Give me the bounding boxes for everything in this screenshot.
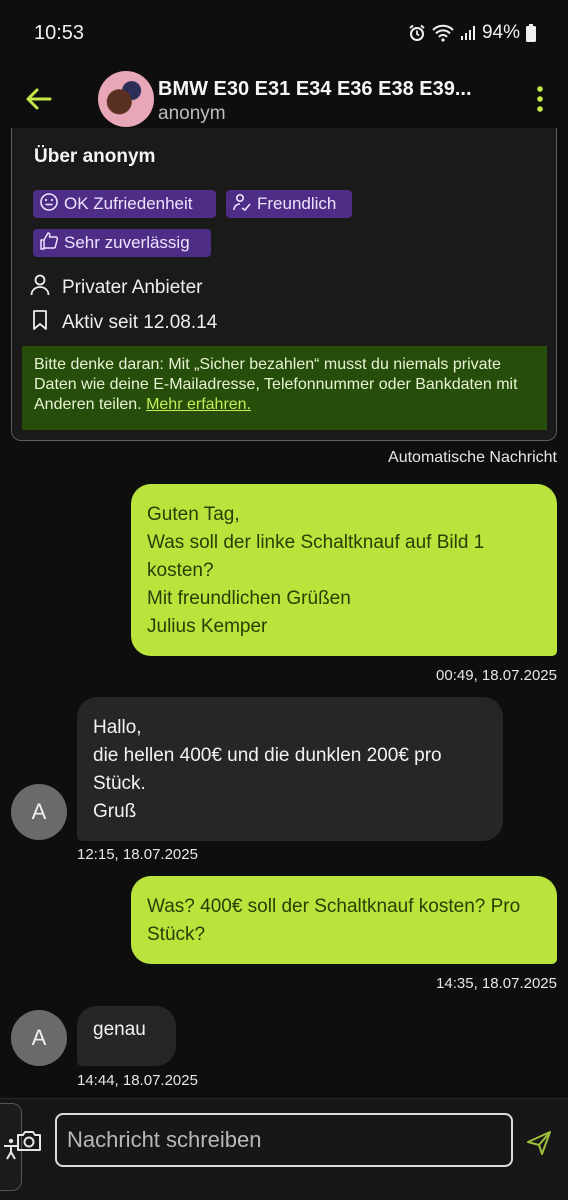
badge-label: Freundlich <box>257 194 337 213</box>
seller-info-card: Über anonym OK Zufriedenheit Freundlich … <box>11 128 557 441</box>
message-bubble-incoming[interactable]: Hallo, die hellen 400€ und die dunklen 2… <box>77 697 503 841</box>
seller-name: anonym <box>158 103 226 124</box>
safety-notice: Bitte denke daran: Mit „Sicher bezahlen“… <box>22 346 547 430</box>
back-arrow-icon[interactable] <box>22 82 56 116</box>
thumbs-up-icon <box>39 231 59 256</box>
notice-text: Bitte denke daran: Mit „Sicher bezahlen“… <box>34 356 518 413</box>
listing-title[interactable]: BMW E30 E31 E34 E36 E38 E39... <box>158 78 472 101</box>
badge-satisfaction: OK Zufriedenheit <box>33 190 216 218</box>
message-input[interactable] <box>55 1113 513 1167</box>
battery-icon <box>526 24 536 42</box>
automatic-message-label: Automatische Nachricht <box>388 449 557 466</box>
badge-label: OK Zufriedenheit <box>64 194 193 213</box>
message-timestamp: 12:15, 18.07.2025 <box>77 846 198 863</box>
message-bubble-outgoing[interactable]: Guten Tag, Was soll der linke Schaltknau… <box>131 484 557 656</box>
listing-avatar[interactable] <box>98 71 154 127</box>
sender-avatar: A <box>11 784 67 840</box>
message-timestamp: 00:49, 18.07.2025 <box>436 667 557 684</box>
more-options-icon[interactable] <box>534 84 546 114</box>
badge-label: Sehr zuverlässig <box>64 233 190 252</box>
status-time: 10:53 <box>34 22 85 44</box>
status-bar: 10:53 94% <box>0 0 568 68</box>
status-icons: 94% <box>408 22 536 44</box>
seller-type: Privater Anbieter <box>62 277 203 298</box>
message-bubble-incoming[interactable]: genau <box>77 1006 176 1066</box>
send-icon[interactable] <box>525 1129 553 1162</box>
wifi-icon <box>432 24 454 42</box>
sender-avatar: A <box>11 1010 67 1066</box>
person-icon <box>30 274 50 302</box>
signal-icon <box>460 25 476 41</box>
camera-icon[interactable] <box>15 1129 43 1158</box>
badge-friendly: Freundlich <box>226 190 352 218</box>
seller-type-row: Privater Anbieter <box>30 274 202 302</box>
learn-more-link[interactable]: Mehr erfahren. <box>146 396 251 413</box>
message-composer <box>0 1098 568 1200</box>
active-since: Aktiv seit 12.08.14 <box>62 312 218 333</box>
bookmark-icon <box>30 309 50 337</box>
handshake-icon <box>232 192 252 217</box>
alarm-icon <box>408 24 426 42</box>
chat-header: BMW E30 E31 E34 E36 E38 E39... anonym <box>0 68 568 136</box>
message-timestamp: 14:44, 18.07.2025 <box>77 1072 198 1089</box>
about-heading: Über anonym <box>34 146 156 167</box>
smiley-icon <box>39 192 59 217</box>
message-bubble-outgoing[interactable]: Was? 400€ soll der Schaltknauf kosten? P… <box>131 876 557 964</box>
message-timestamp: 14:35, 18.07.2025 <box>436 975 557 992</box>
badge-reliable: Sehr zuverlässig <box>33 229 211 257</box>
battery-percent: 94% <box>481 22 520 43</box>
active-since-row: Aktiv seit 12.08.14 <box>30 309 217 337</box>
